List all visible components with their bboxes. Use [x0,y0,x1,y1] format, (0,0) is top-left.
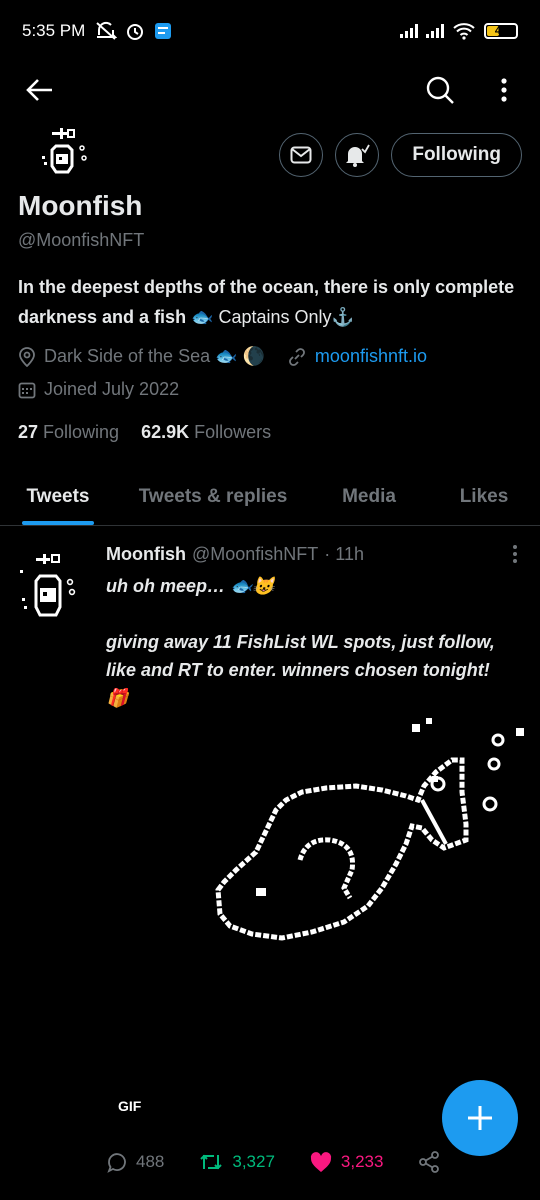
back-button[interactable] [20,70,60,110]
link-icon [289,347,305,366]
status-bar: 5:35 PM 40 [0,0,540,62]
bell-check-icon [346,144,371,167]
profile-bio: In the deepest depths of the ocean, ther… [18,272,518,332]
profile-avatar[interactable] [38,126,102,190]
more-vertical-icon [501,78,507,102]
profile-handle: @MoonfishNFT [18,230,145,250]
retweet-count: 3,327 [232,1152,275,1171]
mail-icon [290,146,312,164]
reply-count: 488 [136,1152,165,1171]
tweet-time: · 11h [324,544,364,564]
profile-joined: Joined July 2022 [44,379,180,399]
tab-media[interactable]: Media [310,468,428,525]
tweet-line-1: uh oh meep… 🐟😺 [106,576,275,596]
top-app-bar [0,62,540,118]
tweet-avatar[interactable] [16,546,82,630]
like-button[interactable]: 3,233 [309,1151,384,1173]
profile-location: Dark Side of the Sea 🐟 🌘 [44,346,265,366]
tweet-author[interactable]: Moonfish [106,544,186,565]
status-time: 5:35 PM [22,21,86,40]
calendar-icon [18,382,36,398]
share-button[interactable] [417,1150,441,1174]
tab-likes[interactable]: Likes [428,468,540,525]
profile-joined-row: Joined July 2022 [18,379,179,400]
profile-name: Moonfish [18,190,143,221]
more-vertical-icon [513,545,517,563]
location-pin-icon [19,346,35,367]
battery-icon: 40 [484,23,518,39]
wifi-icon [453,23,475,40]
search-icon [426,76,454,104]
reply-button[interactable]: 488 [106,1151,164,1173]
retweet-icon [200,1154,223,1170]
search-button[interactable] [420,70,460,110]
following-count-link[interactable]: 27 Following [18,422,119,443]
tweet-header: Moonfish @MoonfishNFT · 11h [106,544,364,565]
gif-badge: GIF [118,1098,142,1114]
profile-website-link[interactable]: moonfishnft.io [315,346,427,367]
follow-counts: 27 Following 62.9K Followers [18,422,271,443]
notifications-button[interactable] [335,133,380,177]
tweet-more-button[interactable] [512,544,518,569]
bio-text-plain: Captains Only⚓ [213,307,354,327]
back-arrow-icon [26,79,52,101]
retweet-button[interactable]: 3,327 [198,1151,275,1173]
mute-vibrate-icon [96,21,118,40]
reply-bubble-icon [107,1153,126,1173]
tab-tweets[interactable]: Tweets [0,468,116,525]
tweet-handle: @MoonfishNFT [191,544,319,564]
profile-tabs: Tweets Tweets & replies Media Likes [0,468,540,526]
message-button[interactable] [279,133,324,177]
heart-icon [310,1152,332,1172]
signal-icon [426,24,444,38]
alarm-icon [127,24,144,40]
profile-meta: Dark Side of the Sea 🐟 🌘 moonfishnft.io [18,346,427,367]
followers-count-link[interactable]: 62.9K Followers [141,422,271,443]
tab-tweets-replies[interactable]: Tweets & replies [116,468,310,525]
like-count: 3,233 [340,1152,384,1171]
app-notification-icon [155,23,172,39]
plus-icon [468,1106,492,1130]
signal-icon [400,24,418,38]
tweet-media-gif[interactable] [106,712,526,1124]
tweet-line-2: giving away 11 FishList WL spots, just f… [106,632,495,708]
share-icon [419,1151,440,1173]
compose-tweet-button[interactable] [442,1080,518,1156]
following-button[interactable]: Following [391,133,522,177]
more-options-button[interactable] [484,70,524,110]
